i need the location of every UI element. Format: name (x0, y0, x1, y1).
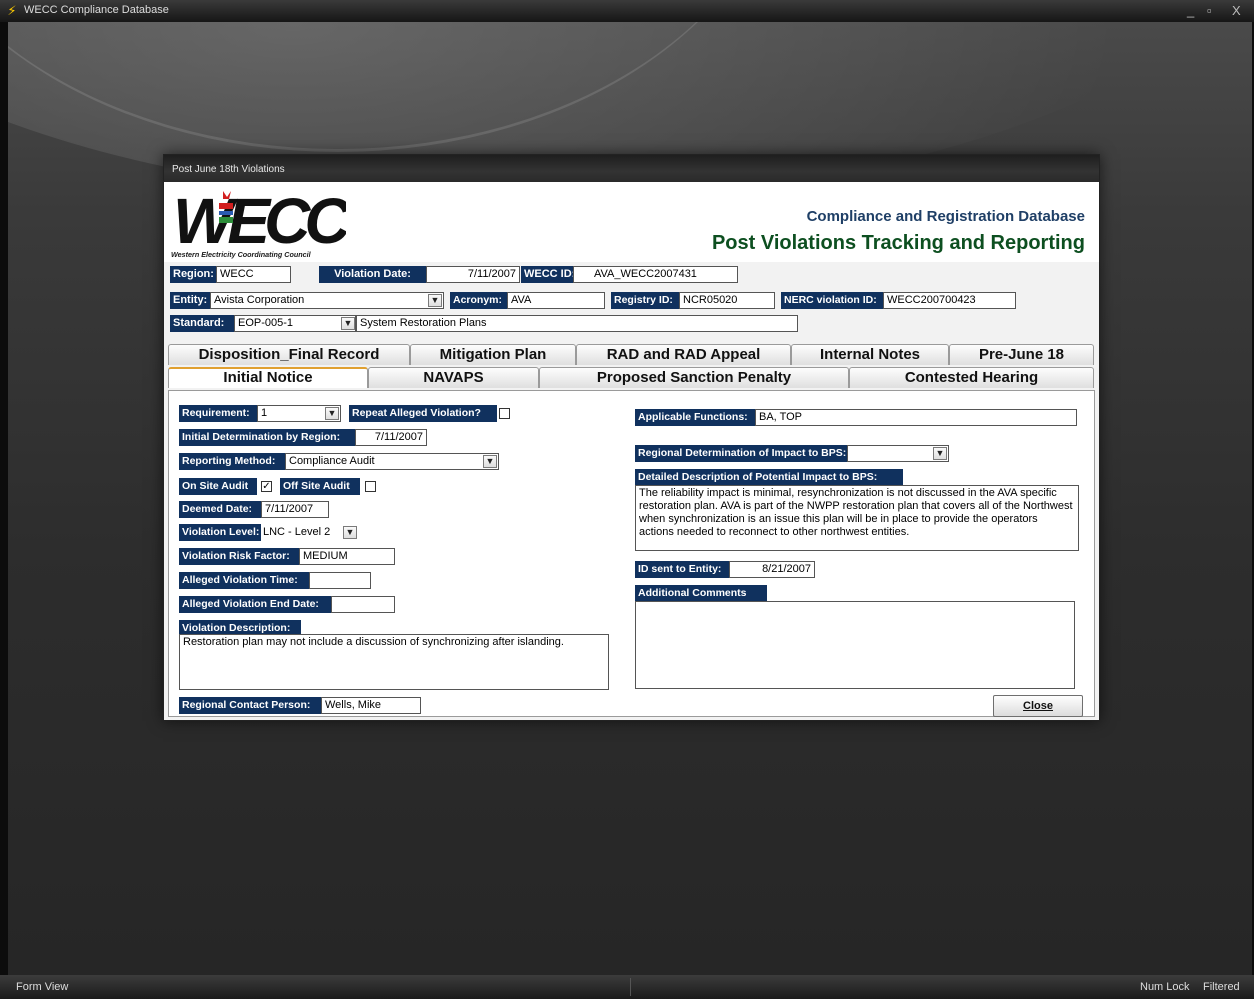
status-filtered: Filtered (1203, 981, 1240, 993)
id-sent-field[interactable]: 8/21/2007 (729, 561, 815, 578)
detailed-description-label: Detailed Description of Potential Impact… (635, 469, 903, 486)
alleged-violation-time-label: Alleged Violation Time: (179, 572, 309, 589)
tab-navaps[interactable]: NAVAPS (368, 367, 539, 388)
close-button[interactable]: Close (993, 695, 1083, 717)
chevron-down-icon[interactable]: ▼ (341, 317, 355, 330)
regional-contact-person-label: Regional Contact Person: (179, 697, 321, 714)
window-left-edge (0, 22, 8, 975)
chevron-down-icon[interactable]: ▼ (343, 526, 357, 539)
violation-date-label: Violation Date: (319, 266, 426, 283)
regional-contact-person-field[interactable]: Wells, Mike (321, 697, 421, 714)
minimize-button[interactable]: _ (1187, 3, 1194, 18)
status-bar: Form View Num Lock Filtered (0, 975, 1254, 999)
detailed-description-field[interactable]: The reliability impact is minimal, resyn… (635, 485, 1079, 551)
wecc-id-label: WECC ID: (521, 266, 575, 283)
applicable-functions-label: Applicable Functions: (635, 409, 755, 426)
tab-rad-and-rad-appeal[interactable]: RAD and RAD Appeal (576, 344, 791, 365)
region-field[interactable]: WECC (216, 266, 291, 283)
registry-id-label: Registry ID: (611, 292, 679, 309)
reporting-method-label: Reporting Method: (179, 453, 285, 470)
tab-contested-hearing[interactable]: Contested Hearing (849, 367, 1094, 388)
acronym-label: Acronym: (450, 292, 507, 309)
off-site-audit-checkbox[interactable] (365, 481, 376, 492)
status-divider (630, 978, 631, 996)
violation-level-field[interactable]: LNC - Level 2 (261, 524, 343, 541)
tab-proposed-sanction-penalty[interactable]: Proposed Sanction Penalty (539, 367, 849, 388)
tab-disposition-final-record[interactable]: Disposition_Final Record (168, 344, 410, 365)
deemed-date-label: Deemed Date: (179, 501, 261, 518)
on-site-audit-label: On Site Audit (179, 478, 257, 495)
requirement-label: Requirement: (179, 405, 257, 422)
wecc-logo: WECC Western Electricity Coordinating Co… (171, 185, 357, 261)
violation-level-label: Violation Level: (179, 524, 261, 541)
violation-date-field[interactable]: 7/11/2007 (426, 266, 520, 283)
additional-comments-field[interactable] (635, 601, 1075, 689)
repeat-alleged-violation-label: Repeat Alleged Violation? (349, 405, 497, 422)
standard-description-field[interactable]: System Restoration Plans (356, 315, 798, 332)
chevron-down-icon[interactable]: ▼ (483, 455, 497, 468)
tab-internal-notes[interactable]: Internal Notes (791, 344, 949, 365)
wecc-logo-graphic: WECC (173, 185, 357, 257)
tab-initial-notice[interactable]: Initial Notice (168, 367, 368, 388)
chevron-down-icon[interactable]: ▼ (428, 294, 442, 307)
acronym-field[interactable]: AVA (507, 292, 605, 309)
alleged-violation-end-date-field[interactable] (331, 596, 395, 613)
initial-notice-panel: Requirement: 1 ▼ Repeat Alleged Violatio… (168, 390, 1095, 717)
chevron-down-icon[interactable]: ▼ (325, 407, 339, 420)
form-title: Post June 18th Violations (172, 164, 285, 175)
page-title: Post Violations Tracking and Reporting (711, 232, 1085, 254)
app-title: WECC Compliance Database (24, 4, 169, 16)
restore-button[interactable]: ▫ (1207, 3, 1212, 18)
lightning-bolt-icon: ⚡ (7, 3, 17, 18)
chevron-down-icon[interactable]: ▼ (933, 447, 947, 460)
violation-risk-factor-field[interactable]: MEDIUM (299, 548, 395, 565)
repeat-violation-checkbox[interactable] (499, 408, 510, 419)
entity-field[interactable]: Avista Corporation (210, 292, 444, 309)
additional-comments-label: Additional Comments (635, 585, 767, 602)
status-num-lock: Num Lock (1140, 981, 1190, 993)
applicable-functions-field[interactable]: BA, TOP (755, 409, 1077, 426)
close-app-button[interactable]: X (1232, 3, 1241, 18)
regional-impact-label: Regional Determination of Impact to BPS: (635, 445, 847, 462)
registry-id-field[interactable]: NCR05020 (679, 292, 775, 309)
app-titlebar: ⚡ WECC Compliance Database _ ▫ X (0, 0, 1254, 22)
status-view-mode: Form View (16, 981, 69, 993)
tab-pre-june-18[interactable]: Pre-June 18 (949, 344, 1094, 365)
wecc-id-field[interactable]: AVA_WECC2007431 (573, 266, 738, 283)
region-label: Region: (170, 266, 216, 283)
logo-tagline: Western Electricity Coordinating Council (171, 250, 311, 259)
nerc-violation-id-label: NERC violation ID: (781, 292, 883, 309)
nerc-violation-id-field[interactable]: WECC200700423 (883, 292, 1016, 309)
initial-determination-field[interactable]: 7/11/2007 (355, 429, 427, 446)
tab-mitigation-plan[interactable]: Mitigation Plan (410, 344, 576, 365)
svg-text:WECC: WECC (173, 187, 346, 249)
off-site-audit-label: Off Site Audit (280, 478, 360, 495)
alleged-violation-time-field[interactable] (309, 572, 371, 589)
form-titlebar: Post June 18th Violations (164, 155, 1099, 182)
violation-risk-factor-label: Violation Risk Factor: (179, 548, 299, 565)
deemed-date-field[interactable]: 7/11/2007 (261, 501, 329, 518)
id-sent-label: ID sent to Entity: (635, 561, 729, 578)
standard-label: Standard: (170, 315, 234, 332)
violation-description-field[interactable]: Restoration plan may not include a discu… (179, 634, 609, 690)
form-window: Post June 18th Violations WECC Western E… (163, 154, 1100, 721)
on-site-audit-checkbox[interactable]: ✓ (261, 481, 272, 492)
initial-determination-label: Initial Determination by Region: (179, 429, 355, 446)
database-subtitle: Compliance and Registration Database (806, 208, 1085, 225)
reporting-method-field[interactable]: Compliance Audit (285, 453, 499, 470)
form-header: WECC Western Electricity Coordinating Co… (164, 182, 1099, 262)
standard-field[interactable]: EOP-005-1 (234, 315, 356, 332)
alleged-violation-end-date-label: Alleged Violation End Date: (179, 596, 331, 613)
entity-label: Entity: (170, 292, 210, 309)
